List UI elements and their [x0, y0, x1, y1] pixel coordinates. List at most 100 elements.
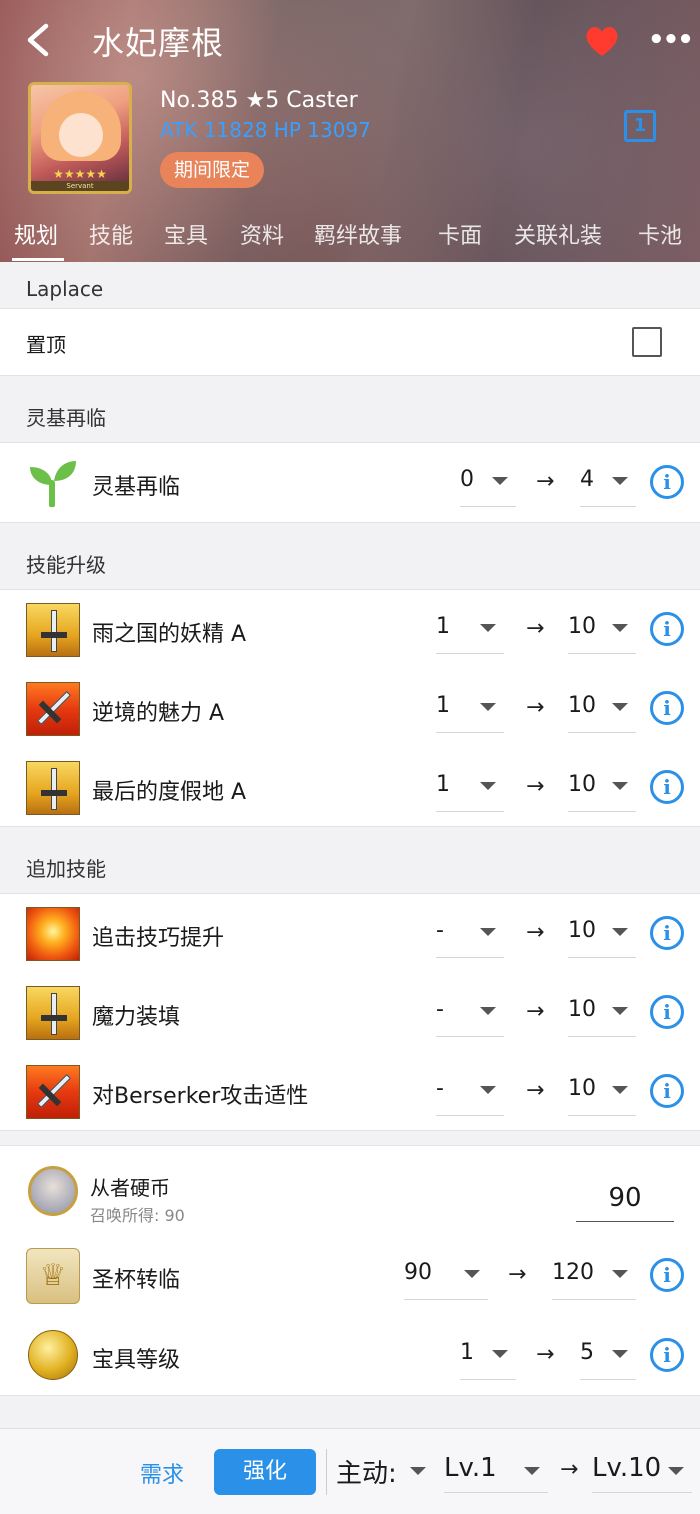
skill-label: 最后的度假地 A: [92, 780, 247, 805]
pin-row[interactable]: 置顶: [0, 308, 700, 376]
info-icon[interactable]: i: [650, 995, 684, 1029]
servant-coin-label: 从者硬币: [90, 1176, 170, 1200]
tab-summon[interactable]: 卡池: [638, 218, 682, 250]
skill-from-dropdown[interactable]: 1: [436, 689, 504, 733]
skill-row: 逆境的魅力 A 1 → 10 i: [0, 669, 700, 749]
skill-to-dropdown[interactable]: 10: [568, 689, 636, 733]
servant-number-class: No.385 ★5 Caster: [160, 88, 358, 113]
append-skills-panel: 追击技巧提升 - → 10 i 魔力装填 - → 10 i 对Berserker…: [0, 893, 700, 1131]
info-icon[interactable]: i: [650, 1074, 684, 1108]
info-icon[interactable]: i: [650, 916, 684, 950]
divider: [326, 1449, 327, 1495]
pin-label: 置顶: [26, 333, 66, 357]
servant-stats: ATK 11828 HP 13097: [160, 118, 371, 142]
need-button[interactable]: 需求: [140, 1457, 184, 1489]
append-skill-label: 追击技巧提升: [92, 926, 225, 951]
to-level-dropdown[interactable]: Lv.10: [592, 1449, 692, 1493]
tab-skills[interactable]: 技能: [89, 218, 133, 250]
grail-from-dropdown[interactable]: 90: [404, 1256, 488, 1300]
ascension-section-title: 灵基再临: [0, 376, 700, 442]
chevron-down-icon: [524, 1467, 540, 1475]
info-icon[interactable]: i: [650, 770, 684, 804]
np-to-dropdown[interactable]: 5: [580, 1336, 636, 1380]
more-options-icon[interactable]: •••: [648, 22, 694, 58]
chevron-down-icon: [612, 928, 628, 936]
page-title: 水妃摩根: [92, 24, 225, 62]
tab-noble-phantasm[interactable]: 宝具: [164, 218, 208, 250]
servant-portrait: ★★★★★ Servant: [28, 82, 132, 194]
skill-mode-dropdown[interactable]: 主动:: [336, 1449, 434, 1493]
chevron-down-icon: [612, 1350, 628, 1358]
chevron-down-icon: [480, 1086, 496, 1094]
chevron-down-icon: [464, 1270, 480, 1278]
append-skill-to-dropdown[interactable]: 10: [568, 914, 636, 958]
skill-to-dropdown[interactable]: 10: [568, 768, 636, 812]
info-icon[interactable]: i: [650, 691, 684, 725]
append-skill-to-dropdown[interactable]: 10: [568, 1072, 636, 1116]
tab-bar: 规划 技能 宝具 资料 羁绊故事 卡面 关联礼装 卡池: [0, 212, 700, 262]
servant-coin-input[interactable]: 90: [576, 1176, 674, 1222]
ascension-from-dropdown[interactable]: 0: [460, 463, 516, 507]
arrow-icon: →: [536, 469, 555, 494]
tab-bond-story[interactable]: 羁绊故事: [314, 218, 402, 250]
servant-coin-row: 从者硬币 召唤所得: 90 90: [0, 1146, 700, 1236]
chevron-down-icon: [480, 782, 496, 790]
tab-related-ce[interactable]: 关联礼装: [514, 218, 602, 250]
chevron-down-icon: [480, 703, 496, 711]
append-skill-label: 魔力装填: [92, 1005, 181, 1030]
info-icon[interactable]: i: [650, 612, 684, 646]
tab-profile[interactable]: 资料: [240, 218, 284, 250]
np-level-label: 宝具等级: [92, 1348, 181, 1373]
chevron-down-icon: [612, 703, 628, 711]
enhance-button[interactable]: 强化: [214, 1449, 316, 1495]
grail-label: 圣杯转临: [92, 1268, 181, 1293]
ascension-to-dropdown[interactable]: 4: [580, 463, 636, 507]
arrow-icon: →: [536, 1342, 555, 1367]
skills-panel: 雨之国的妖精 A 1 → 10 i 逆境的魅力 A 1 → 10 i 最后的度假…: [0, 589, 700, 827]
chevron-down-icon: [480, 624, 496, 632]
arrow-icon: →: [526, 999, 545, 1024]
chevron-down-icon: [492, 477, 508, 485]
chevron-down-icon: [612, 1270, 628, 1278]
servant-coin-icon: [28, 1166, 78, 1216]
append-skill-from-dropdown[interactable]: -: [436, 1072, 504, 1116]
np-level-row: 宝具等级 1 → 5 i: [0, 1316, 700, 1396]
grail-to-dropdown[interactable]: 120: [552, 1256, 636, 1300]
tab-card-art[interactable]: 卡面: [438, 218, 482, 250]
skill-label: 逆境的魅力 A: [92, 701, 225, 726]
chevron-down-icon: [668, 1467, 684, 1475]
skill-from-dropdown[interactable]: 1: [436, 768, 504, 812]
chevron-down-icon: [480, 1007, 496, 1015]
append-skill-to-dropdown[interactable]: 10: [568, 993, 636, 1037]
skill-row: 最后的度假地 A 1 → 10 i: [0, 748, 700, 828]
ascension-stage-icon[interactable]: 1: [624, 110, 656, 142]
arrow-icon: →: [508, 1262, 527, 1287]
holy-grail-icon: ♕: [26, 1248, 80, 1304]
skill-gold-sword-icon: [26, 603, 80, 657]
append-skill-label: 对Berserker攻击适性: [92, 1084, 309, 1109]
arrow-icon: →: [526, 695, 545, 720]
append-skill-from-dropdown[interactable]: -: [436, 993, 504, 1037]
chevron-down-icon: [612, 624, 628, 632]
append-skill-from-dropdown[interactable]: -: [436, 914, 504, 958]
arrow-icon: →: [526, 920, 545, 945]
skill-gold-sword-icon: [26, 986, 80, 1040]
sprout-icon: [30, 461, 76, 507]
np-from-dropdown[interactable]: 1: [460, 1336, 516, 1380]
limited-badge: 期间限定: [160, 152, 265, 188]
skill-to-dropdown[interactable]: 10: [568, 610, 636, 654]
skill-from-dropdown[interactable]: 1: [436, 610, 504, 654]
favorite-heart-icon[interactable]: [584, 24, 620, 58]
skill-red-sword-icon: [26, 682, 80, 736]
info-icon[interactable]: i: [650, 1258, 684, 1292]
from-level-dropdown[interactable]: Lv.1: [444, 1449, 548, 1493]
pin-checkbox[interactable]: [632, 327, 662, 357]
back-icon[interactable]: [18, 18, 58, 62]
ascension-panel: 灵基再临 0 → 4 i: [0, 442, 700, 523]
info-icon[interactable]: i: [650, 1338, 684, 1372]
ascension-label: 灵基再临: [92, 475, 181, 500]
info-icon[interactable]: i: [650, 465, 684, 499]
tab-plan[interactable]: 规划: [14, 218, 58, 250]
append-skill-row: 魔力装填 - → 10 i: [0, 973, 700, 1053]
skill-burst-icon: [26, 907, 80, 961]
